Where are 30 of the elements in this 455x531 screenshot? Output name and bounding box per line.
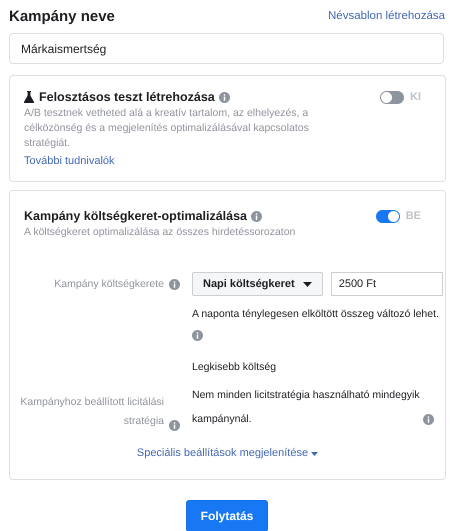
section-title: Kampány neve — [9, 8, 115, 24]
caret-icon — [311, 452, 318, 456]
card-description: A költségkeret optimalizálása az összes hirdetéssorozaton — [24, 225, 296, 240]
card-title: Felosztásos teszt létrehozása — [39, 90, 215, 104]
info-icon[interactable] — [423, 414, 434, 425]
toggle-switch[interactable] — [380, 90, 404, 104]
toggle-label: KI — [410, 91, 421, 103]
bid-strategy-note: Nem minden licitstratégia használható mindegyik kampánynál. — [192, 388, 420, 427]
continue-button[interactable]: Folytatás — [186, 500, 268, 531]
toggle-switch[interactable] — [376, 210, 400, 222]
toggle-label: BE — [406, 210, 421, 222]
advanced-settings-link[interactable]: Speciális beállítások megjelenítése — [136, 447, 318, 459]
field-label: Kampány költségkerete — [54, 278, 164, 290]
caret-icon — [302, 282, 312, 286]
name-template-link[interactable]: Névsablon létrehozása — [328, 10, 445, 22]
bid-strategy-value: Legkisebb költség — [192, 361, 278, 373]
card-description: A/B tesztnek vetheted alá a kreatív tartalom, az elhelyezés, a célközönség és a megjelenítés optimalizálásával kapcsolatos stratégiát. — [24, 106, 310, 151]
info-icon[interactable] — [218, 92, 230, 102]
info-icon[interactable] — [192, 330, 203, 341]
campaign-name-field[interactable]: Márkaismertség — [9, 33, 444, 64]
budget-amount-field[interactable]: 2500 Ft — [330, 272, 443, 296]
budget-note: A naponta ténylegesen elköltött összeg változó lehet. — [192, 308, 440, 320]
budget-type-dropdown[interactable]: Napi költségkeret — [192, 272, 323, 296]
info-icon[interactable] — [169, 420, 180, 431]
learn-more-link[interactable]: További tudnivalók — [24, 155, 115, 167]
info-icon[interactable] — [251, 210, 262, 222]
field-label: Kampányhoz beállított licitálási stratégia — [19, 395, 164, 429]
flask-icon — [24, 91, 34, 103]
info-icon[interactable] — [169, 278, 180, 290]
card-title: Kampány költségkeret-optimalizálása — [24, 209, 247, 223]
